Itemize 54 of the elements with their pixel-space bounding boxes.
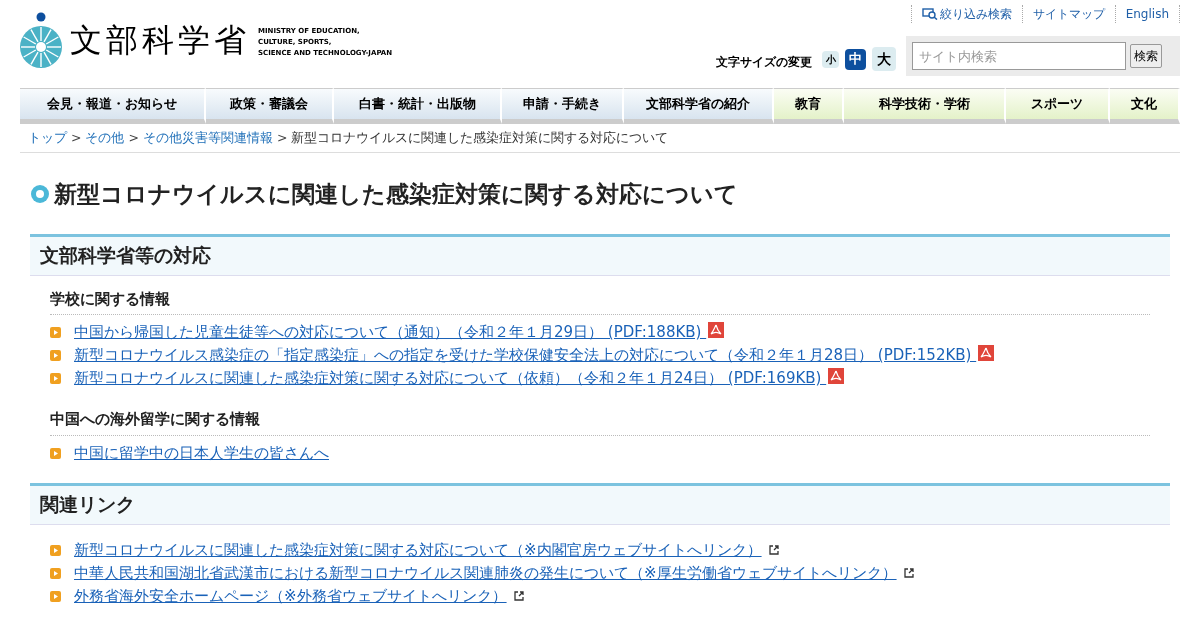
breadcrumb-link[interactable]: その他 (85, 128, 125, 148)
arrow-bullet-icon (50, 350, 61, 361)
breadcrumb-separator: > (70, 128, 83, 147)
document-link[interactable]: 新型コロナウイルス感染症の「指定感染症」への指定を受けた学校保健安全法上の対応について（令和２年１月28日） (PDF:152KB) (74, 344, 977, 367)
arrow-bullet-icon (50, 327, 61, 338)
font-size-button[interactable]: 小 (822, 50, 839, 68)
document-link[interactable]: 外務省海外安全ホームページ（※外務省ウェブサイトへリンク） (74, 584, 507, 608)
arrow-bullet-icon (50, 567, 61, 579)
search-field[interactable]: サイト内検索 (912, 42, 1126, 70)
external-link-icon (512, 590, 525, 602)
section-heading: 文部科学省等の対応 (30, 233, 1170, 276)
nav-tab[interactable]: 文部科学省の紹介 (624, 88, 774, 124)
search-icon (921, 8, 938, 20)
filter-search-link[interactable]: 絞り込み検索 (910, 5, 1022, 23)
arrow-bullet-icon (50, 590, 61, 602)
emblem-logo-icon (20, 12, 62, 68)
nav-tab[interactable]: 教育 (774, 88, 844, 124)
document-link[interactable]: 新型コロナウイルスに関連した感染症対策に関する対応について（※内閣官房ウェブサイトへリンク） (74, 538, 762, 562)
pdf-icon (828, 367, 845, 384)
logo-text: 文部科学省 (70, 24, 250, 56)
pdf-icon (978, 344, 995, 361)
page-title: 新型コロナウイルスに関連した感染症対策に関する対応について (54, 180, 738, 209)
header-link[interactable]: サイトマップ (1021, 5, 1115, 23)
subsection-heading: 中国への海外留学に関する情報 (50, 408, 1150, 436)
document-link[interactable]: 新型コロナウイルスに関連した感染症対策に関する対応について（依頼）（令和２年１月24日） (PDF:169KB) (74, 367, 827, 390)
breadcrumb-separator: > (127, 128, 140, 147)
bullet-circle-icon (30, 184, 50, 205)
document-link[interactable]: 中国に留学中の日本人学生の皆さんへ (74, 441, 329, 465)
section-heading: 関連リンク (30, 482, 1170, 525)
nav-tab[interactable]: 白書・統計・出版物 (334, 88, 502, 124)
nav-tab[interactable]: 政策・審議会 (206, 88, 334, 124)
arrow-bullet-icon (50, 544, 61, 556)
nav-tab[interactable]: 文化 (1110, 88, 1180, 124)
arrow-bullet-icon (50, 373, 61, 384)
breadcrumb-current: 新型コロナウイルスに関連した感染症対策に関する対応について (291, 128, 669, 147)
font-size-label: 文字サイズの変更 (716, 54, 812, 71)
font-size-button[interactable]: 大 (872, 47, 896, 71)
search-button[interactable]: 検索 (1130, 44, 1162, 68)
document-link[interactable]: 中国から帰国した児童生徒等への対応について（通知）（令和２年１月29日） (PDF:188KB) (74, 321, 707, 344)
nav-tab[interactable]: 申請・手続き (502, 88, 624, 124)
external-link-icon (767, 544, 780, 556)
arrow-bullet-icon (50, 447, 61, 459)
document-link[interactable]: 中華人民共和国湖北省武漢市における新型コロナウイルス関連肺炎の発生について（※厚生労働省ウェブサイトへリンク） (74, 561, 897, 585)
header-link[interactable]: English (1114, 5, 1180, 23)
pdf-icon (708, 321, 725, 338)
breadcrumb-separator: > (275, 128, 289, 147)
breadcrumb-link[interactable]: トップ (28, 128, 67, 148)
nav-tab[interactable]: 科学技術・学術 (844, 88, 1006, 124)
breadcrumb-link[interactable]: その他災害等関連情報 (142, 128, 273, 148)
font-size-button[interactable]: 中 (845, 48, 866, 70)
subsection-heading: 学校に関する情報 (50, 287, 1150, 315)
nav-tab[interactable]: 会見・報道・お知らせ (20, 88, 206, 124)
nav-tab[interactable]: スポーツ (1006, 88, 1110, 124)
external-link-icon (902, 567, 915, 579)
